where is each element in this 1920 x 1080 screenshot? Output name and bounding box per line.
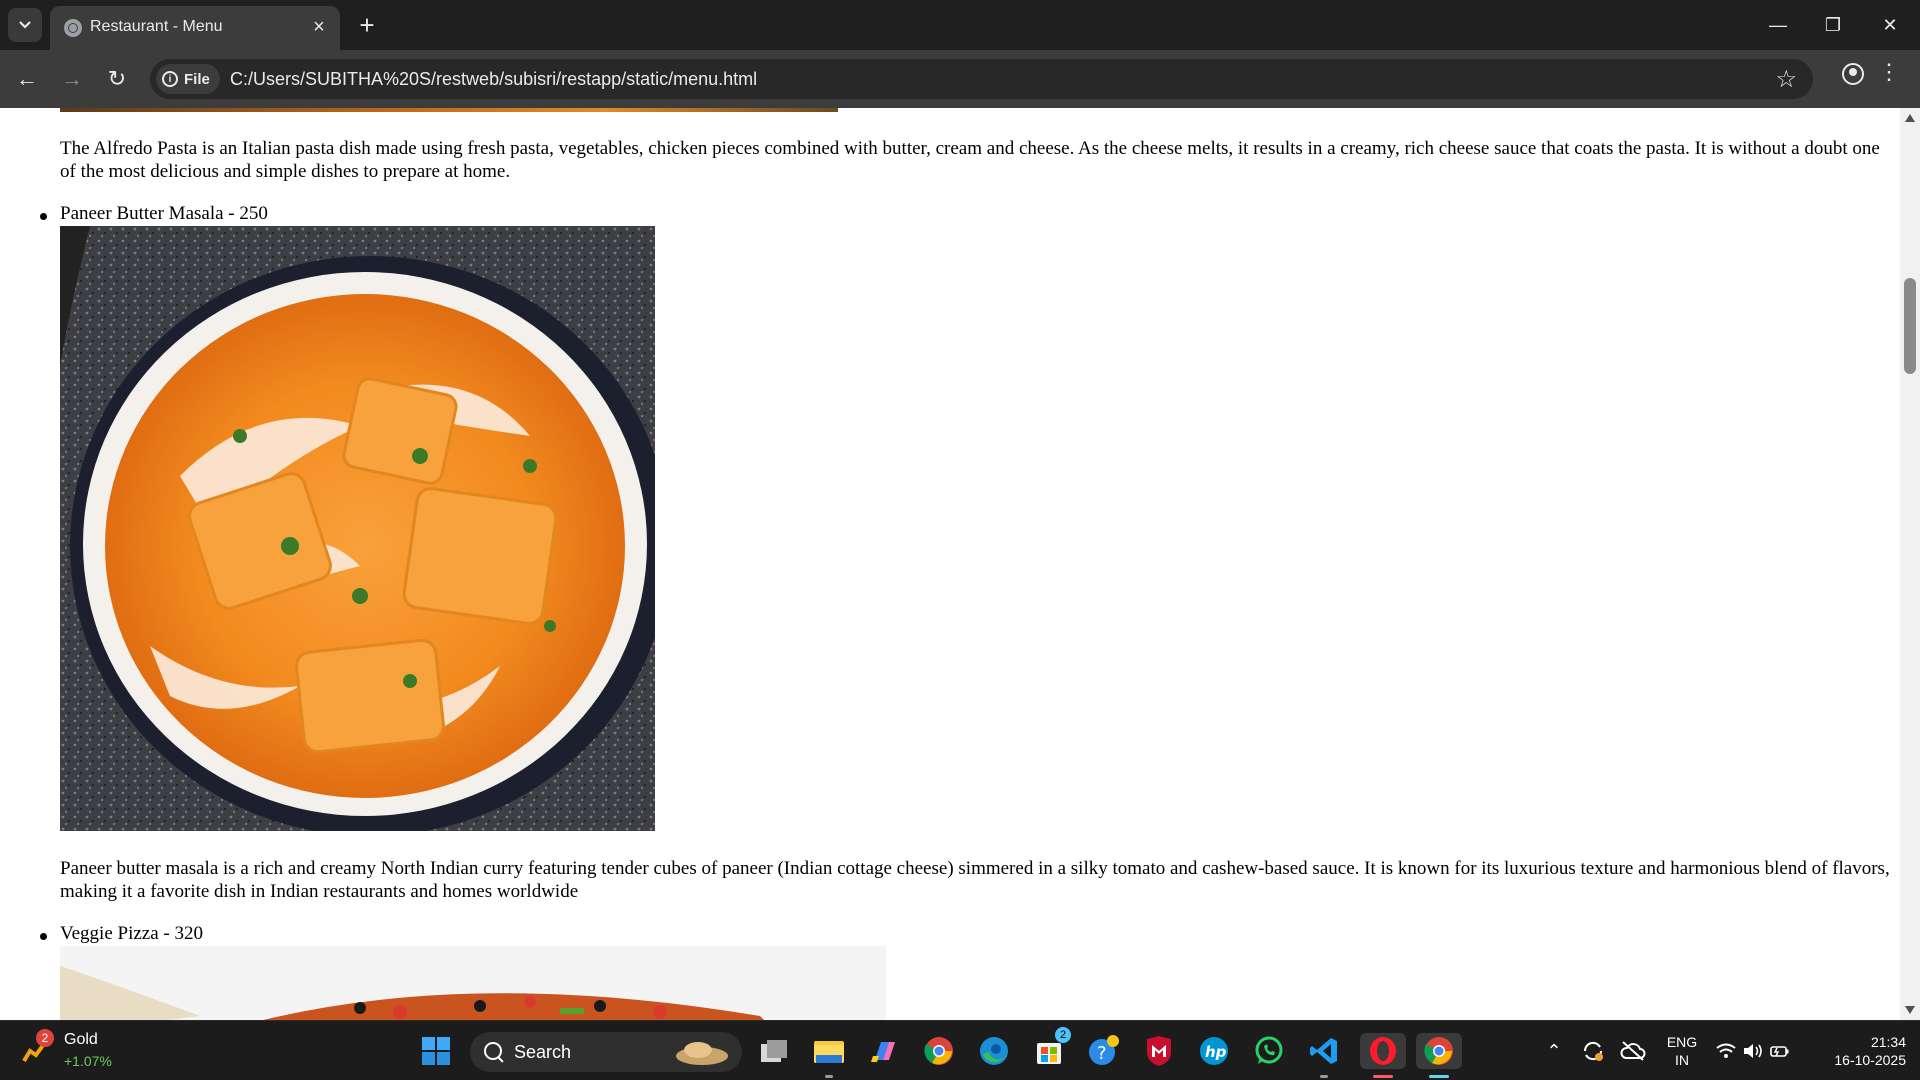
windows-taskbar: 2 Gold +1.07% Search 2 ? hp ⌃ ENG IN 21:… [0, 1020, 1920, 1080]
site-info-chip[interactable]: i File [156, 64, 220, 94]
scroll-up-arrow-icon[interactable] [1905, 114, 1915, 122]
alfredo-pasta-image [60, 108, 838, 112]
volume-icon [1743, 1044, 1762, 1058]
new-tab-button[interactable]: + [352, 10, 382, 40]
clock-date: 16-10-2025 [1834, 1052, 1906, 1068]
menu-item-label: Veggie Pizza - 320 [60, 923, 203, 944]
url-text[interactable]: C:/Users/SUBITHA%20S/restweb/subisri/res… [230, 69, 757, 90]
globe-icon [64, 19, 82, 37]
wifi-icon [1716, 1043, 1736, 1058]
task-view-icon[interactable] [756, 1033, 792, 1069]
cloud-off-icon[interactable] [1615, 1033, 1651, 1069]
copilot-icon[interactable] [866, 1033, 902, 1069]
menu-item-label: Paneer Butter Masala - 250 [60, 203, 268, 224]
edge-icon[interactable] [976, 1033, 1012, 1069]
widget-change: +1.07% [64, 1053, 112, 1069]
language-code: ENG [1666, 1034, 1698, 1050]
whatsapp-icon[interactable] [1251, 1033, 1287, 1069]
running-indicator [1320, 1075, 1328, 1078]
paneer-description: Paneer butter masala is a rich and cream… [60, 858, 1890, 902]
tab-restaurant-menu[interactable]: Restaurant - Menu × [50, 6, 340, 50]
search-icon [484, 1042, 502, 1060]
close-tab-icon[interactable]: × [308, 16, 330, 38]
chrome-active-icon[interactable] [1416, 1033, 1462, 1078]
clock-time: 21:34 [1870, 1034, 1906, 1050]
clock[interactable]: 21:34 16-10-2025 [1810, 1033, 1906, 1069]
store-badge: 2 [1055, 1027, 1071, 1043]
windows-start-icon[interactable] [418, 1033, 454, 1069]
scroll-thumb[interactable] [1904, 278, 1916, 374]
close-window-button[interactable]: ✕ [1870, 10, 1910, 40]
region-code: IN [1675, 1052, 1689, 1068]
bullet [40, 213, 47, 220]
menu-item-paneer: Paneer Butter Masala - 250 [40, 203, 268, 225]
active-indicator [1429, 1075, 1449, 1078]
menu-item-veggie-pizza: Veggie Pizza - 320 [40, 923, 203, 945]
search-highlight-icon [676, 1042, 728, 1065]
reload-button[interactable]: ↻ [101, 63, 133, 95]
svg-text:?: ? [1097, 1043, 1107, 1064]
back-button[interactable]: ← [11, 63, 43, 95]
veggie-pizza-image [60, 946, 886, 1020]
chevron-down-icon [19, 21, 31, 29]
running-indicator [825, 1075, 833, 1078]
info-icon: i [162, 71, 178, 87]
tab-search-button[interactable] [8, 8, 42, 42]
address-bar[interactable]: i File C:/Users/SUBITHA%20S/restweb/subi… [150, 59, 1813, 99]
chevron-up-icon[interactable]: ⌃ [1536, 1033, 1572, 1069]
more-menu-icon[interactable]: ⋮ [1878, 61, 1900, 83]
microsoft-store-icon[interactable]: 2 [1031, 1027, 1071, 1069]
forward-button[interactable]: → [56, 63, 88, 95]
minimize-button[interactable]: — [1758, 10, 1798, 40]
paneer-butter-masala-image [60, 226, 655, 831]
widget-badge: 2 [36, 1029, 54, 1047]
battery-icon [1770, 1046, 1789, 1057]
chrome-icon[interactable] [921, 1033, 957, 1069]
restore-button[interactable]: ❐ [1813, 10, 1853, 40]
file-explorer-icon[interactable] [811, 1033, 847, 1078]
get-help-icon[interactable]: ? [1086, 1033, 1122, 1069]
profile-icon[interactable] [1842, 63, 1864, 85]
search-label: Search [514, 1042, 572, 1062]
active-indicator [1373, 1075, 1393, 1078]
mcafee-icon[interactable] [1141, 1033, 1177, 1069]
taskbar-search[interactable]: Search [470, 1032, 742, 1072]
language-indicator[interactable]: ENG IN [1660, 1033, 1704, 1069]
quick-settings[interactable] [1712, 1033, 1794, 1069]
browser-tab-bar: Restaurant - Menu × + — ❐ ✕ [0, 0, 1920, 50]
gold-widget[interactable]: 2 Gold +1.07% [22, 1029, 162, 1073]
svg-text:hp: hp [1205, 1043, 1227, 1061]
bookmark-star-icon[interactable]: ☆ [1775, 65, 1797, 94]
sync-icon[interactable] [1575, 1033, 1611, 1069]
scroll-down-arrow-icon[interactable] [1905, 1006, 1915, 1014]
bullet [40, 933, 47, 940]
widget-title: Gold [64, 1031, 98, 1048]
page-viewport: The Alfredo Pasta is an Italian pasta di… [0, 108, 1900, 1020]
opera-icon[interactable] [1360, 1033, 1406, 1078]
page-scrollbar[interactable] [1900, 108, 1920, 1020]
alfredo-description: The Alfredo Pasta is an Italian pasta di… [60, 138, 1880, 182]
tab-title: Restaurant - Menu [90, 18, 223, 35]
hp-icon[interactable]: hp [1196, 1033, 1232, 1069]
browser-toolbar: ← → ↻ i File C:/Users/SUBITHA%20S/restwe… [0, 50, 1920, 108]
vscode-icon[interactable] [1306, 1033, 1342, 1078]
site-info-label: File [184, 70, 210, 88]
